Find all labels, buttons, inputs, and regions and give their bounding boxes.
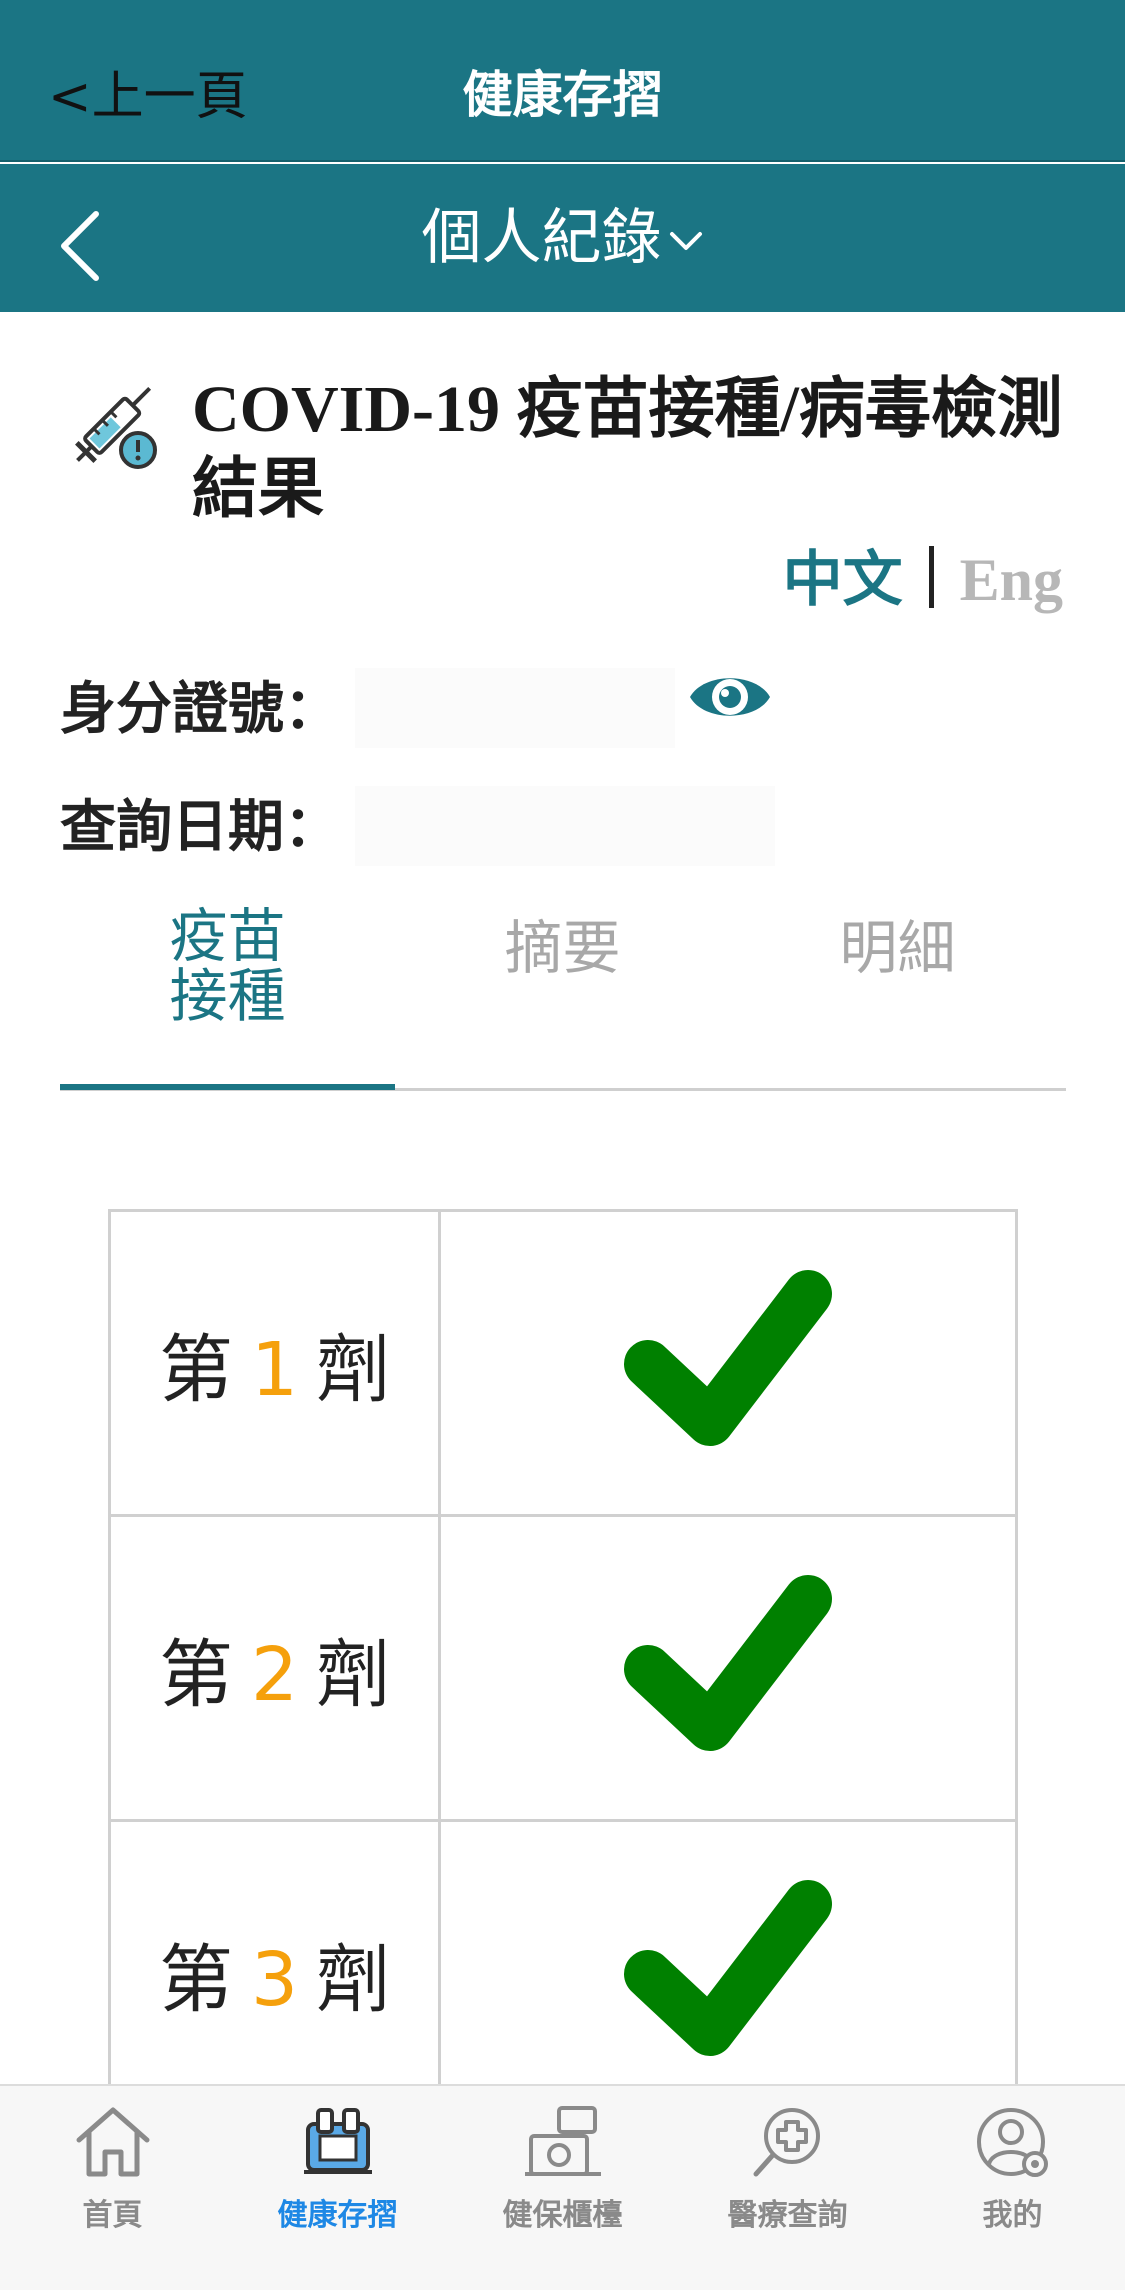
- dose-status: [438, 1514, 1018, 1822]
- home-icon: [76, 2107, 149, 2177]
- language-toggle: 中文 Eng: [783, 540, 1063, 620]
- query-date-value: [355, 786, 775, 866]
- sub-header: 個人紀錄: [0, 164, 1125, 312]
- health-passbook-icon: [303, 2108, 372, 2174]
- nav-my-account-label: 我的: [982, 2198, 1043, 2233]
- nav-home-label: 首頁: [82, 2198, 143, 2233]
- dose-prefix: 第: [158, 1326, 233, 1413]
- app-title: 健康存摺: [462, 66, 663, 124]
- dose-status: [438, 1209, 1018, 1517]
- dose-number: 2: [250, 1631, 299, 1718]
- table-row: 第2劑: [108, 1514, 1018, 1822]
- table-row: 第1劑: [108, 1209, 1018, 1517]
- dose-suffix: 劑: [316, 1326, 391, 1413]
- dose-number: 1: [250, 1326, 299, 1413]
- checkmark-icon: [624, 1575, 832, 1751]
- record-tabs: 疫苗 接種 摘要 明細: [60, 906, 1066, 1092]
- vaccine-syringe-icon: [75, 386, 157, 469]
- insurance-counter-icon: [524, 2106, 601, 2176]
- user-settings-icon: [976, 2108, 1048, 2177]
- tab-summary[interactable]: 摘要: [395, 918, 730, 978]
- dose-label: 第2劑: [108, 1514, 441, 1822]
- app-header: <上一頁 健康存摺: [0, 0, 1125, 162]
- dose-label: 第3劑: [108, 1819, 441, 2127]
- dose-status: [438, 1819, 1018, 2127]
- dose-table: 第1劑 第2劑 第3劑: [108, 1209, 1018, 2127]
- id-number-value: [355, 668, 675, 748]
- nav-medical-search[interactable]: 醫療查詢: [675, 2104, 900, 2234]
- nav-health-passbook[interactable]: 健康存摺: [225, 2104, 450, 2234]
- tab-vaccination-label: 疫苗 接種: [169, 902, 286, 1030]
- nav-my-account[interactable]: 我的: [900, 2104, 1125, 2234]
- table-row: 第3劑: [108, 1819, 1018, 2127]
- dose-suffix: 劑: [316, 1936, 391, 2023]
- chevron-down-icon: [669, 232, 702, 251]
- nav-health-passbook-label: 健康存摺: [277, 2198, 398, 2233]
- nav-insurance-counter-label: 健保櫃檯: [502, 2198, 623, 2233]
- lang-english[interactable]: Eng: [960, 547, 1063, 613]
- nav-medical-search-label: 醫療查詢: [727, 2198, 848, 2233]
- nav-insurance-counter[interactable]: 健保櫃檯: [450, 2104, 675, 2234]
- record-type-label: 個人紀錄: [421, 203, 662, 273]
- id-number-label: 身分證號：: [60, 677, 340, 742]
- query-date-label: 查詢日期：: [60, 795, 340, 860]
- dose-prefix: 第: [158, 1631, 233, 1718]
- lang-divider: [928, 546, 934, 608]
- section-title: COVID-19 疫苗接種/病毒檢測結果: [192, 373, 1063, 526]
- bottom-navigation: 首頁 健康存摺 健保櫃檯 醫療查詢 我的: [0, 2084, 1125, 2290]
- dose-suffix: 劑: [316, 1631, 391, 1718]
- medical-search-icon: [753, 2108, 820, 2177]
- tab-vaccination[interactable]: 疫苗 接種: [60, 906, 395, 1026]
- checkmark-icon: [624, 1880, 832, 2056]
- dose-number: 3: [250, 1936, 299, 2023]
- dose-label: 第1劑: [108, 1209, 441, 1517]
- nav-home[interactable]: 首頁: [0, 2104, 225, 2234]
- eye-icon[interactable]: [686, 664, 774, 730]
- active-tab-indicator: [60, 1084, 395, 1090]
- record-type-dropdown[interactable]: 個人紀錄: [0, 198, 1125, 278]
- dose-prefix: 第: [158, 1936, 233, 2023]
- checkmark-icon: [624, 1270, 832, 1446]
- tab-details[interactable]: 明細: [730, 918, 1065, 978]
- lang-chinese[interactable]: 中文: [783, 545, 903, 615]
